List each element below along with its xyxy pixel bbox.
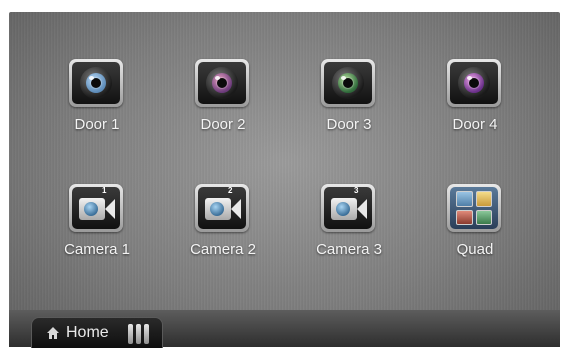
- door-camera-icon: [80, 67, 112, 99]
- door-3-button[interactable]: [321, 59, 375, 107]
- door-3-label: Door 3: [326, 116, 372, 133]
- door-camera-icon: [332, 67, 364, 99]
- grip-icon: [128, 324, 152, 344]
- camera-number-badge: 2: [228, 186, 233, 195]
- camera-number-badge: 1: [102, 186, 107, 195]
- door-camera-icon: [458, 67, 490, 99]
- door-2-label: Door 2: [200, 116, 246, 133]
- quad-view-icon: [456, 191, 492, 225]
- door-4-label: Door 4: [452, 116, 498, 133]
- main-screen: Door 1 Door 2 Door 3 Door 4 1 Camera 1 2…: [9, 12, 560, 346]
- home-icon: [47, 327, 59, 339]
- video-camera-icon: 2: [198, 186, 246, 229]
- quad-button[interactable]: [447, 184, 501, 232]
- camera-2-label: Camera 2: [190, 241, 256, 258]
- door-1-label: Door 1: [74, 116, 120, 133]
- camera-1-label: Camera 1: [64, 241, 130, 258]
- door-camera-icon: [206, 67, 238, 99]
- home-button[interactable]: Home: [31, 317, 163, 348]
- home-label: Home: [66, 324, 109, 341]
- camera-3-button[interactable]: 3: [321, 184, 375, 232]
- bottom-bar: Home: [9, 310, 560, 348]
- quad-label: Quad: [456, 241, 494, 258]
- camera-3-label: Camera 3: [316, 241, 382, 258]
- video-camera-icon: 3: [324, 186, 372, 229]
- video-camera-icon: 1: [72, 186, 120, 229]
- camera-2-button[interactable]: 2: [195, 184, 249, 232]
- door-1-button[interactable]: [69, 59, 123, 107]
- camera-number-badge: 3: [354, 186, 359, 195]
- door-4-button[interactable]: [447, 59, 501, 107]
- camera-1-button[interactable]: 1: [69, 184, 123, 232]
- door-2-button[interactable]: [195, 59, 249, 107]
